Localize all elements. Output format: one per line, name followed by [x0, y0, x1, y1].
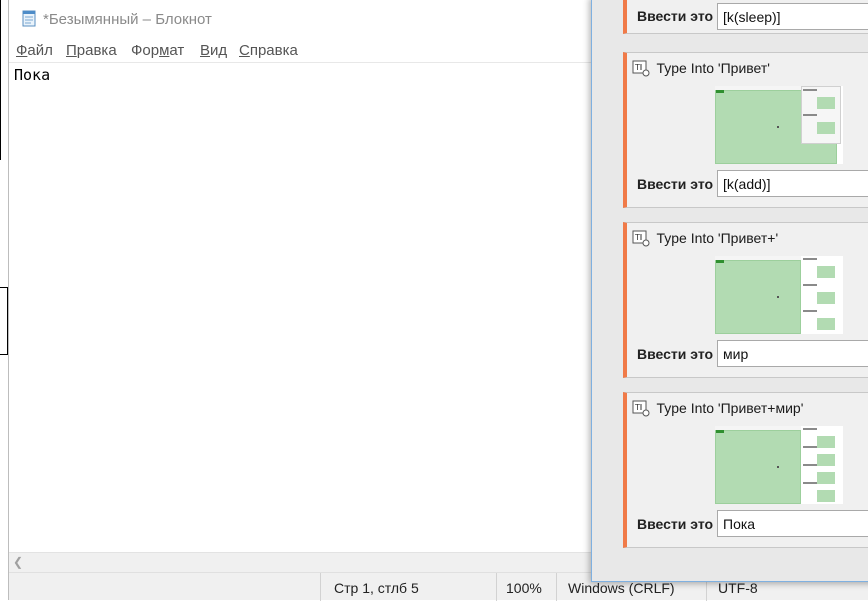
window-title: *Безымянный – Блокнот: [43, 11, 212, 28]
editor-content[interactable]: Пока: [14, 66, 50, 84]
activity-panel: Ввести это [k(sleep)] T Type Into 'Приве…: [591, 0, 868, 582]
activity-header: T Type Into 'Привет+мир': [632, 399, 803, 419]
screenshot-thumbnail: [715, 256, 843, 334]
activity-card-top[interactable]: Ввести это [k(sleep)]: [623, 0, 868, 34]
field-label: Ввести это: [637, 176, 714, 192]
activity-card[interactable]: T Type Into 'Привет+' Ввести это мир: [623, 222, 868, 378]
menu-format[interactable]: Формат: [131, 42, 184, 59]
status-zoom: 100%: [506, 580, 542, 596]
screenshot-thumbnail: [715, 426, 843, 504]
activity-title: Type Into 'Привет+': [656, 230, 779, 246]
status-divider: [496, 573, 497, 601]
type-text-input[interactable]: [k(sleep)]: [717, 3, 868, 30]
activity-title: Type Into 'Привет+мир': [656, 400, 804, 416]
field-label: Ввести это: [637, 346, 714, 362]
activity-card[interactable]: T Type Into 'Привет+мир' Ввести это Пока: [623, 392, 868, 548]
menu-edit[interactable]: Правка: [66, 42, 117, 59]
status-line-endings: Windows (CRLF): [568, 580, 675, 596]
activity-card[interactable]: T Type Into 'Привет' Ввести это [k(add)]: [623, 52, 868, 208]
activity-title: Type Into 'Привет': [656, 60, 770, 76]
desktop: *Безымянный – Блокнот Файл Правка Формат…: [0, 0, 868, 610]
menu-help[interactable]: Справка: [239, 42, 298, 59]
chevron-left-icon[interactable]: ❮: [13, 555, 23, 569]
svg-text:T: T: [634, 403, 640, 412]
background-window-edge: [0, 354, 8, 355]
menu-file[interactable]: Файл: [16, 42, 53, 59]
notepad-icon: [22, 10, 36, 27]
svg-text:T: T: [634, 63, 640, 72]
status-encoding: UTF-8: [718, 580, 758, 596]
menu-view[interactable]: Вид: [200, 42, 227, 59]
activity-header: T Type Into 'Привет+': [632, 229, 778, 249]
field-label: Ввести это: [637, 8, 714, 24]
activity-header: T Type Into 'Привет': [632, 59, 770, 79]
status-cursor-position: Стр 1, стлб 5: [334, 580, 419, 596]
type-text-input[interactable]: [k(add)]: [717, 170, 868, 197]
status-divider: [556, 573, 557, 601]
svg-text:T: T: [634, 233, 640, 242]
type-text-input[interactable]: мир: [717, 340, 868, 367]
type-into-icon: T: [632, 230, 650, 247]
background-window-edge: [0, 0, 1, 160]
screenshot-thumbnail: [715, 86, 843, 164]
field-label: Ввести это: [637, 516, 714, 532]
type-text-input[interactable]: Пока: [717, 510, 868, 537]
status-divider: [320, 573, 321, 601]
type-into-icon: T: [632, 400, 650, 417]
type-into-icon: T: [632, 60, 650, 77]
